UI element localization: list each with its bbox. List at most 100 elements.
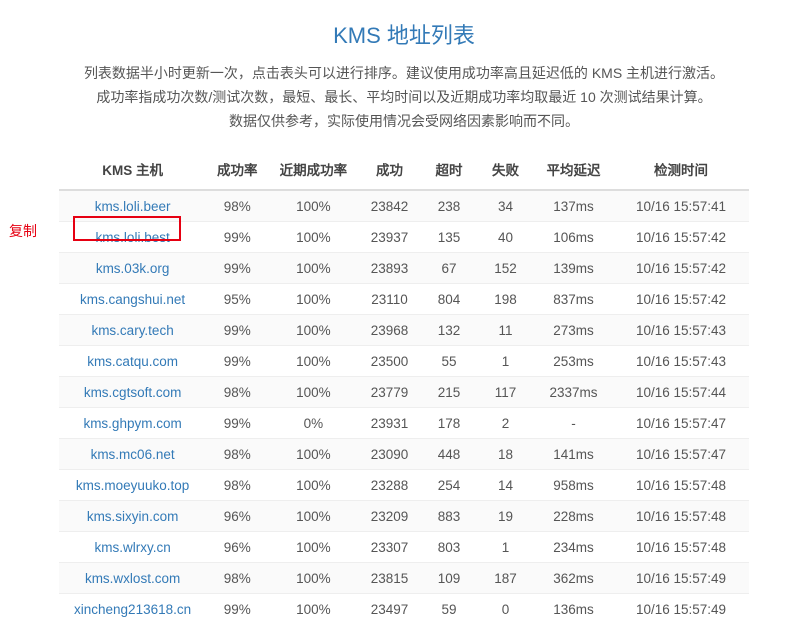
cell-recent: 100% bbox=[268, 315, 358, 346]
cell-host[interactable]: kms.03k.org bbox=[59, 253, 206, 284]
cell-latency: 136ms bbox=[534, 594, 613, 624]
cell-timeout: 238 bbox=[421, 190, 478, 222]
cell-host[interactable]: xincheng213618.cn bbox=[59, 594, 206, 624]
cell-ok: 23500 bbox=[358, 346, 420, 377]
cell-latency: 837ms bbox=[534, 284, 613, 315]
col-header-host[interactable]: KMS 主机 bbox=[59, 149, 206, 190]
col-header-timeout[interactable]: 超时 bbox=[421, 149, 478, 190]
cell-host[interactable]: kms.loli.best bbox=[59, 222, 206, 253]
col-header-rate[interactable]: 成功率 bbox=[206, 149, 268, 190]
cell-timeout: 109 bbox=[421, 563, 478, 594]
cell-timeout: 55 bbox=[421, 346, 478, 377]
table-row: kms.cary.tech99%100%2396813211273ms10/16… bbox=[59, 315, 749, 346]
cell-rate: 99% bbox=[206, 408, 268, 439]
cell-time: 10/16 15:57:44 bbox=[613, 377, 749, 408]
cell-recent: 100% bbox=[268, 501, 358, 532]
col-header-latency[interactable]: 平均延迟 bbox=[534, 149, 613, 190]
cell-rate: 98% bbox=[206, 190, 268, 222]
table-row: kms.loli.beer98%100%2384223834137ms10/16… bbox=[59, 190, 749, 222]
cell-recent: 100% bbox=[268, 377, 358, 408]
cell-time: 10/16 15:57:42 bbox=[613, 222, 749, 253]
cell-fail: 19 bbox=[477, 501, 534, 532]
table-row: kms.loli.best99%100%2393713540106ms10/16… bbox=[59, 222, 749, 253]
copy-label: 复制 bbox=[9, 221, 37, 241]
cell-timeout: 448 bbox=[421, 439, 478, 470]
cell-timeout: 803 bbox=[421, 532, 478, 563]
cell-host[interactable]: kms.cary.tech bbox=[59, 315, 206, 346]
table-row: kms.03k.org99%100%2389367152139ms10/16 1… bbox=[59, 253, 749, 284]
cell-fail: 0 bbox=[477, 594, 534, 624]
cell-ok: 23090 bbox=[358, 439, 420, 470]
table-row: kms.ghpym.com99%0%239311782-10/16 15:57:… bbox=[59, 408, 749, 439]
table-row: kms.cangshui.net95%100%23110804198837ms1… bbox=[59, 284, 749, 315]
table-row: kms.wlrxy.cn96%100%233078031234ms10/16 1… bbox=[59, 532, 749, 563]
cell-host[interactable]: kms.cgtsoft.com bbox=[59, 377, 206, 408]
cell-ok: 23815 bbox=[358, 563, 420, 594]
col-header-recent[interactable]: 近期成功率 bbox=[268, 149, 358, 190]
cell-latency: 362ms bbox=[534, 563, 613, 594]
table-row: kms.mc06.net98%100%2309044818141ms10/16 … bbox=[59, 439, 749, 470]
cell-time: 10/16 15:57:41 bbox=[613, 190, 749, 222]
cell-ok: 23497 bbox=[358, 594, 420, 624]
kms-table: KMS 主机 成功率 近期成功率 成功 超时 失败 平均延迟 检测时间 kms.… bbox=[59, 149, 749, 624]
table-row: kms.cgtsoft.com98%100%237792151172337ms1… bbox=[59, 377, 749, 408]
cell-fail: 34 bbox=[477, 190, 534, 222]
cell-latency: 2337ms bbox=[534, 377, 613, 408]
col-header-time[interactable]: 检测时间 bbox=[613, 149, 749, 190]
col-header-fail[interactable]: 失败 bbox=[477, 149, 534, 190]
cell-recent: 100% bbox=[268, 222, 358, 253]
cell-timeout: 804 bbox=[421, 284, 478, 315]
cell-host[interactable]: kms.wlrxy.cn bbox=[59, 532, 206, 563]
desc-line: 数据仅供参考，实际使用情况会受网络因素影响而不同。 bbox=[229, 113, 579, 129]
cell-host[interactable]: kms.loli.beer bbox=[59, 190, 206, 222]
cell-host[interactable]: kms.ghpym.com bbox=[59, 408, 206, 439]
cell-rate: 99% bbox=[206, 253, 268, 284]
cell-host[interactable]: kms.sixyin.com bbox=[59, 501, 206, 532]
table-row: kms.sixyin.com96%100%2320988319228ms10/1… bbox=[59, 501, 749, 532]
cell-timeout: 215 bbox=[421, 377, 478, 408]
cell-fail: 18 bbox=[477, 439, 534, 470]
cell-ok: 23931 bbox=[358, 408, 420, 439]
col-header-ok[interactable]: 成功 bbox=[358, 149, 420, 190]
cell-host[interactable]: kms.cangshui.net bbox=[59, 284, 206, 315]
cell-timeout: 178 bbox=[421, 408, 478, 439]
cell-fail: 40 bbox=[477, 222, 534, 253]
desc-line: 成功率指成功次数/测试次数，最短、最长、平均时间以及近期成功率均取最近 10 次… bbox=[96, 89, 711, 105]
cell-recent: 100% bbox=[268, 253, 358, 284]
cell-fail: 117 bbox=[477, 377, 534, 408]
cell-timeout: 254 bbox=[421, 470, 478, 501]
cell-ok: 23110 bbox=[358, 284, 420, 315]
cell-fail: 198 bbox=[477, 284, 534, 315]
cell-recent: 100% bbox=[268, 439, 358, 470]
cell-latency: 139ms bbox=[534, 253, 613, 284]
cell-fail: 187 bbox=[477, 563, 534, 594]
cell-rate: 96% bbox=[206, 501, 268, 532]
cell-fail: 14 bbox=[477, 470, 534, 501]
cell-host[interactable]: kms.mc06.net bbox=[59, 439, 206, 470]
cell-host[interactable]: kms.moeyuuko.top bbox=[59, 470, 206, 501]
cell-time: 10/16 15:57:49 bbox=[613, 594, 749, 624]
cell-rate: 99% bbox=[206, 346, 268, 377]
cell-time: 10/16 15:57:49 bbox=[613, 563, 749, 594]
cell-recent: 100% bbox=[268, 594, 358, 624]
cell-fail: 1 bbox=[477, 532, 534, 563]
cell-ok: 23968 bbox=[358, 315, 420, 346]
page-description: 列表数据半小时更新一次，点击表头可以进行排序。建议使用成功率高且延迟低的 KMS… bbox=[0, 62, 808, 149]
cell-recent: 0% bbox=[268, 408, 358, 439]
cell-time: 10/16 15:57:48 bbox=[613, 501, 749, 532]
cell-host[interactable]: kms.wxlost.com bbox=[59, 563, 206, 594]
cell-latency: 234ms bbox=[534, 532, 613, 563]
cell-fail: 152 bbox=[477, 253, 534, 284]
cell-time: 10/16 15:57:43 bbox=[613, 315, 749, 346]
cell-recent: 100% bbox=[268, 346, 358, 377]
cell-rate: 96% bbox=[206, 532, 268, 563]
cell-host[interactable]: kms.catqu.com bbox=[59, 346, 206, 377]
cell-ok: 23893 bbox=[358, 253, 420, 284]
table-row: kms.moeyuuko.top98%100%2328825414958ms10… bbox=[59, 470, 749, 501]
cell-fail: 11 bbox=[477, 315, 534, 346]
cell-time: 10/16 15:57:47 bbox=[613, 408, 749, 439]
table-row: kms.wxlost.com98%100%23815109187362ms10/… bbox=[59, 563, 749, 594]
cell-latency: 228ms bbox=[534, 501, 613, 532]
cell-latency: 958ms bbox=[534, 470, 613, 501]
cell-ok: 23842 bbox=[358, 190, 420, 222]
